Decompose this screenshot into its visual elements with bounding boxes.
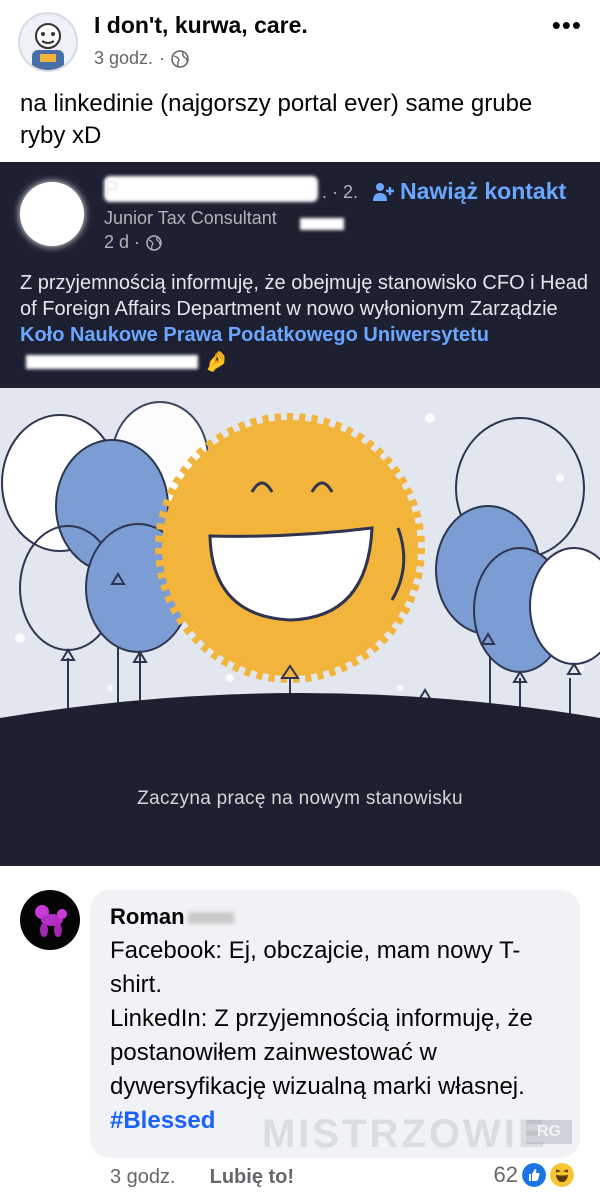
post-time[interactable]: 3 godz. [94, 48, 153, 69]
haha-icon [550, 1163, 574, 1187]
comment-bubble: Roman Facebook: Ej, obczajcie, mam nowy … [90, 890, 580, 1158]
name-redaction [188, 912, 234, 924]
watermark-text: MISTRZOWIE [262, 1112, 548, 1156]
like-button[interactable]: Lubię to! [210, 1166, 294, 1189]
like-icon [522, 1163, 546, 1187]
meta-separator: · [159, 48, 166, 68]
ellipsis-icon[interactable]: ••• [552, 10, 582, 41]
linkedin-screenshot: P . · 2. Nawiąż kontakt Junior Tax Consu… [0, 162, 600, 866]
reaction-count: 62 [493, 1162, 518, 1187]
blurred-avatar [20, 182, 84, 246]
blurred-name [104, 176, 318, 202]
watermark-tag: RG [526, 1120, 572, 1144]
comment-time[interactable]: 3 godz. [110, 1166, 176, 1189]
person-plus-icon [373, 182, 394, 201]
balloon-dog-icon [35, 905, 67, 937]
connect-label: Nawiąż kontakt [400, 178, 567, 204]
comment-text: Facebook: Ej, obczajcie, mam nowy T-shir… [110, 934, 562, 1138]
comment-body: Facebook: Ej, obczajcie, mam nowy T-shir… [110, 937, 533, 1100]
post-meta: 3 godz. · [94, 48, 189, 69]
hashtag-link[interactable]: #Blessed [110, 1107, 215, 1134]
reaction-summary[interactable]: 62 [494, 1162, 574, 1188]
headline-redaction [300, 218, 344, 230]
linkedin-body-text: Z przyjemnością informuję, że obejmuję s… [20, 272, 588, 320]
headline: Junior Tax Consultant [104, 208, 277, 228]
body-redaction [26, 354, 198, 369]
post-header: I don't, kurwa, care. 3 godz. · ••• [0, 0, 600, 82]
comment-actions: 3 godz. Lubię to! [110, 1166, 294, 1189]
connect-button[interactable]: Nawiąż kontakt [372, 178, 566, 205]
organization-link[interactable]: Koło Naukowe Prawa Podatkowego Uniwersyt… [20, 324, 489, 346]
globe-icon [146, 234, 162, 251]
commenter-name[interactable]: Roman [110, 904, 185, 930]
author-avatar-icon [32, 23, 64, 70]
name-initial: P [104, 176, 119, 201]
author-avatar[interactable] [18, 12, 78, 72]
linkedin-caption: Zaczyna pracę na nowym stanowisku [137, 788, 463, 809]
linkedin-time-text: 2 d · [104, 232, 141, 252]
post-author-name[interactable]: I don't, kurwa, care. [94, 12, 308, 39]
linkedin-post-body: Z przyjemnością informuję, że obejmuję s… [20, 270, 590, 375]
connection-degree: . · 2. [322, 182, 359, 202]
post-text: na linkedinie (najgorszy portal ever) sa… [20, 90, 533, 149]
commenter-avatar[interactable] [20, 890, 80, 950]
balloons-illustration [0, 388, 600, 748]
globe-icon [171, 49, 189, 68]
smiley-sun [155, 413, 425, 683]
pinching-hand-icon: 🤌 [204, 350, 229, 373]
linkedin-time: 2 d · [104, 232, 162, 253]
